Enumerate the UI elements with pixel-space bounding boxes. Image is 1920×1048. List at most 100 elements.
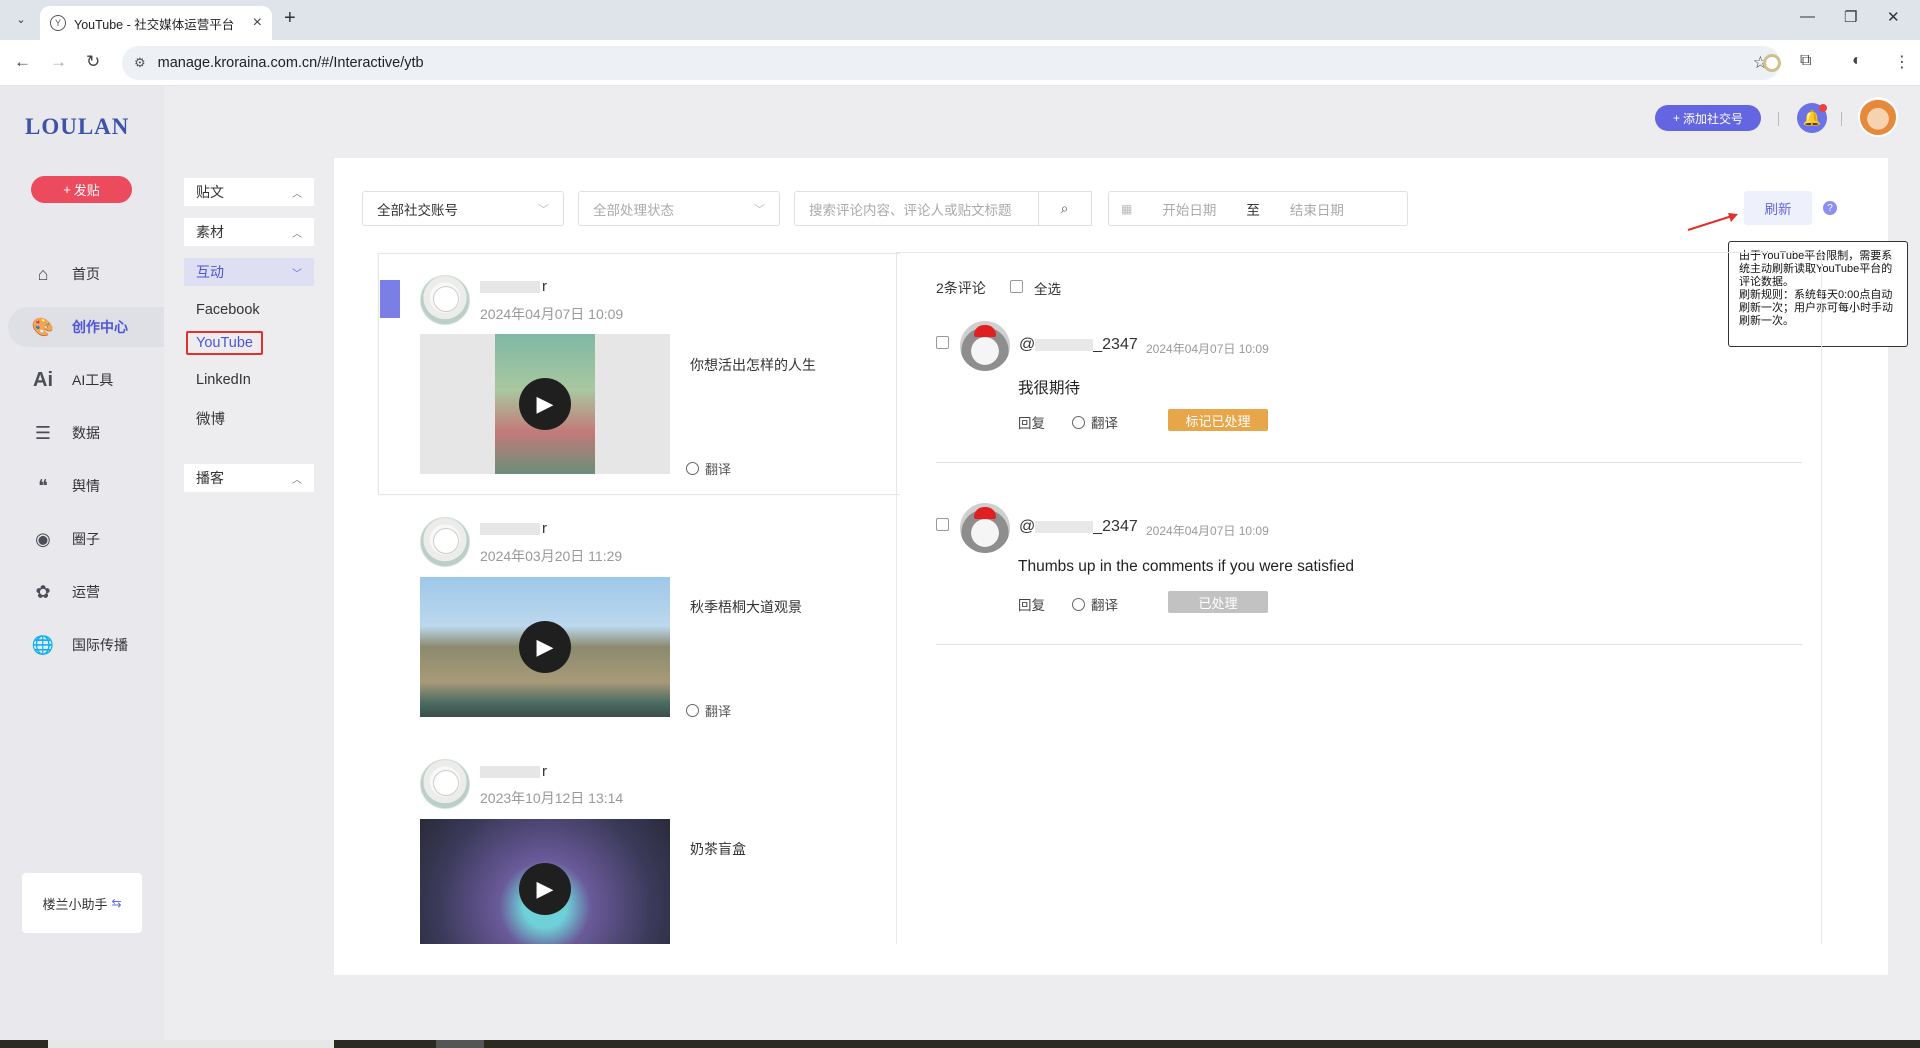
restore-icon[interactable]: ❐ xyxy=(1844,8,1857,26)
play-icon[interactable]: ▶ xyxy=(519,378,571,430)
reply-button[interactable]: 回复 xyxy=(1018,412,1045,432)
mark-processed-button[interactable]: 标记已处理 xyxy=(1168,409,1268,431)
comment-author: @ _2347 xyxy=(1019,518,1138,535)
video-thumbnail[interactable]: ▶ xyxy=(420,577,670,717)
nav-item-ai-tools[interactable]: Ai AI工具 xyxy=(8,360,164,400)
search-icon[interactable]: ⌕ xyxy=(1038,191,1092,226)
comment-checkbox[interactable] xyxy=(936,336,949,349)
browser-toolbar: ← → ↻ ⚙ manage.kroraina.com.cn/#/Interac… xyxy=(0,40,1920,86)
select-all-label[interactable]: 全选 xyxy=(1034,278,1061,298)
translate-label: 翻译 xyxy=(1091,416,1118,431)
translate-button[interactable]: 翻译 xyxy=(686,701,731,720)
globe-icon xyxy=(1072,415,1085,429)
address-bar[interactable]: ⚙ manage.kroraina.com.cn/#/Interactive/y… xyxy=(122,46,1780,80)
nav-item-sentiment[interactable]: ❝ 舆情 xyxy=(8,466,164,506)
translate-button[interactable]: 翻译 xyxy=(1072,594,1118,614)
post-time: 2024年04月07日 10:09 xyxy=(480,306,624,322)
search-input[interactable]: 搜索评论内容、评论人或贴文标题 xyxy=(794,191,1039,226)
translate-label: 翻译 xyxy=(1091,598,1118,613)
calendar-icon: ▦ xyxy=(1121,201,1133,216)
subnav-link-linkedin[interactable]: LinkedIn xyxy=(196,372,251,388)
comment-divider xyxy=(936,462,1802,463)
select-all-checkbox[interactable] xyxy=(1010,280,1023,293)
nav-label: 创作中心 xyxy=(72,319,128,335)
reload-icon[interactable]: ↻ xyxy=(86,52,100,72)
new-post-button[interactable]: + 发贴 xyxy=(31,176,132,203)
quote-icon: ❝ xyxy=(38,475,48,496)
post-time: 2024年03月20日 11:29 xyxy=(480,548,623,564)
nav-item-home[interactable]: ⌂ 首页 xyxy=(8,254,164,294)
close-tab-icon[interactable]: × xyxy=(253,14,262,32)
chevron-down-icon: ﹀ xyxy=(754,203,765,216)
post-author: r xyxy=(480,763,547,780)
taskbar-segment xyxy=(48,1040,334,1048)
account-select[interactable]: 全部社交账号 ﹀ xyxy=(362,191,564,226)
subnav-group-interaction[interactable]: 互动 ﹀ xyxy=(184,258,314,286)
video-thumbnail[interactable]: ▶ xyxy=(420,819,670,944)
status-select[interactable]: 全部处理状态 ﹀ xyxy=(578,191,780,226)
comment-time: 2024年04月07日 10:09 xyxy=(1146,524,1269,538)
user-avatar[interactable] xyxy=(1858,97,1898,137)
end-date-input[interactable]: 结束日期 xyxy=(1290,199,1344,219)
browser-tab[interactable]: Y YouTube - 社交媒体运营平台 × xyxy=(40,6,272,40)
date-range-picker[interactable]: ▦ 开始日期 至 结束日期 xyxy=(1108,191,1408,226)
play-icon[interactable]: ▶ xyxy=(519,863,571,915)
nav-item-international[interactable]: 🌐 国际传播 xyxy=(8,625,164,665)
help-icon[interactable]: ? xyxy=(1823,201,1837,215)
add-social-account-button[interactable]: + 添加社交号 xyxy=(1655,105,1761,131)
video-thumbnail[interactable]: ▶ xyxy=(420,334,670,474)
subnav-group-label: 互动 xyxy=(196,264,224,280)
subnav-group-material[interactable]: 素材 ︿ xyxy=(184,218,314,246)
post-author: r xyxy=(480,520,547,537)
panel-divider xyxy=(896,252,897,944)
translate-button[interactable]: 翻译 xyxy=(686,459,731,478)
play-icon[interactable]: ▶ xyxy=(519,621,571,673)
tab-search-icon[interactable]: ⌄ xyxy=(10,8,32,30)
database-icon: ☰ xyxy=(34,422,52,443)
subnav-link-youtube[interactable]: YouTube xyxy=(186,331,263,355)
globe-icon: 🌐 xyxy=(31,634,55,655)
close-window-icon[interactable]: ✕ xyxy=(1887,8,1900,26)
profile-icon[interactable]: ◐ xyxy=(1852,52,1862,70)
nav-item-data[interactable]: ☰ 数据 xyxy=(8,413,164,453)
new-tab-icon[interactable]: + xyxy=(284,7,296,30)
nav-item-creation-center[interactable]: 🎨 创作中心 xyxy=(8,307,164,347)
subnav-group-label: 贴文 xyxy=(196,184,224,200)
avatar xyxy=(420,517,470,567)
assistant-button[interactable]: 楼兰小助手 ⇆ xyxy=(22,873,142,933)
site-info-icon[interactable]: ⚙ xyxy=(134,55,146,71)
subnav-group-posts[interactable]: 贴文 ︿ xyxy=(184,178,314,206)
new-post-label: 发贴 xyxy=(73,183,100,198)
nav-item-circle[interactable]: ◉ 圈子 xyxy=(8,519,164,559)
comment-author: @ _2347 xyxy=(1019,336,1138,353)
translate-button[interactable]: 翻译 xyxy=(1072,412,1118,432)
subnav-link-facebook[interactable]: Facebook xyxy=(196,302,260,318)
forward-icon[interactable]: → xyxy=(50,52,67,72)
browser-menu-icon[interactable]: ⋮ xyxy=(1894,52,1910,72)
panel-divider xyxy=(1821,252,1822,944)
nav-item-operations[interactable]: ✿ 运营 xyxy=(8,572,164,612)
extension-circle-icon[interactable] xyxy=(1763,54,1781,72)
refresh-button[interactable]: 刷新 xyxy=(1744,191,1812,225)
start-date-input[interactable]: 开始日期 xyxy=(1162,199,1216,219)
tab-title: YouTube - 社交媒体运营平台 xyxy=(74,17,235,32)
nav-label: 圈子 xyxy=(72,531,100,547)
extensions-puzzle-icon[interactable]: ⧉ xyxy=(1800,52,1811,70)
globe-icon xyxy=(686,704,699,717)
plus-icon: + xyxy=(63,182,71,197)
post-title: 奶茶盲盒 xyxy=(690,841,746,857)
comment-checkbox[interactable] xyxy=(936,518,949,531)
palette-icon: 🎨 xyxy=(31,316,55,337)
subnav-group-podcast[interactable]: 播客 ︿ xyxy=(184,464,314,492)
reply-button[interactable]: 回复 xyxy=(1018,594,1045,614)
subnav-link-weibo[interactable]: 微博 xyxy=(196,408,225,429)
nav-label: 舆情 xyxy=(72,478,100,494)
subnav-group-label: 播客 xyxy=(196,470,224,486)
operations-icon: ✿ xyxy=(35,581,51,602)
post-author: r xyxy=(480,278,547,295)
back-icon[interactable]: ← xyxy=(14,52,31,72)
minimize-icon[interactable]: — xyxy=(1800,8,1815,25)
chevron-down-icon: ﹀ xyxy=(292,268,302,280)
nav-label: 首页 xyxy=(72,266,100,282)
site-favicon-icon: Y xyxy=(50,15,66,31)
